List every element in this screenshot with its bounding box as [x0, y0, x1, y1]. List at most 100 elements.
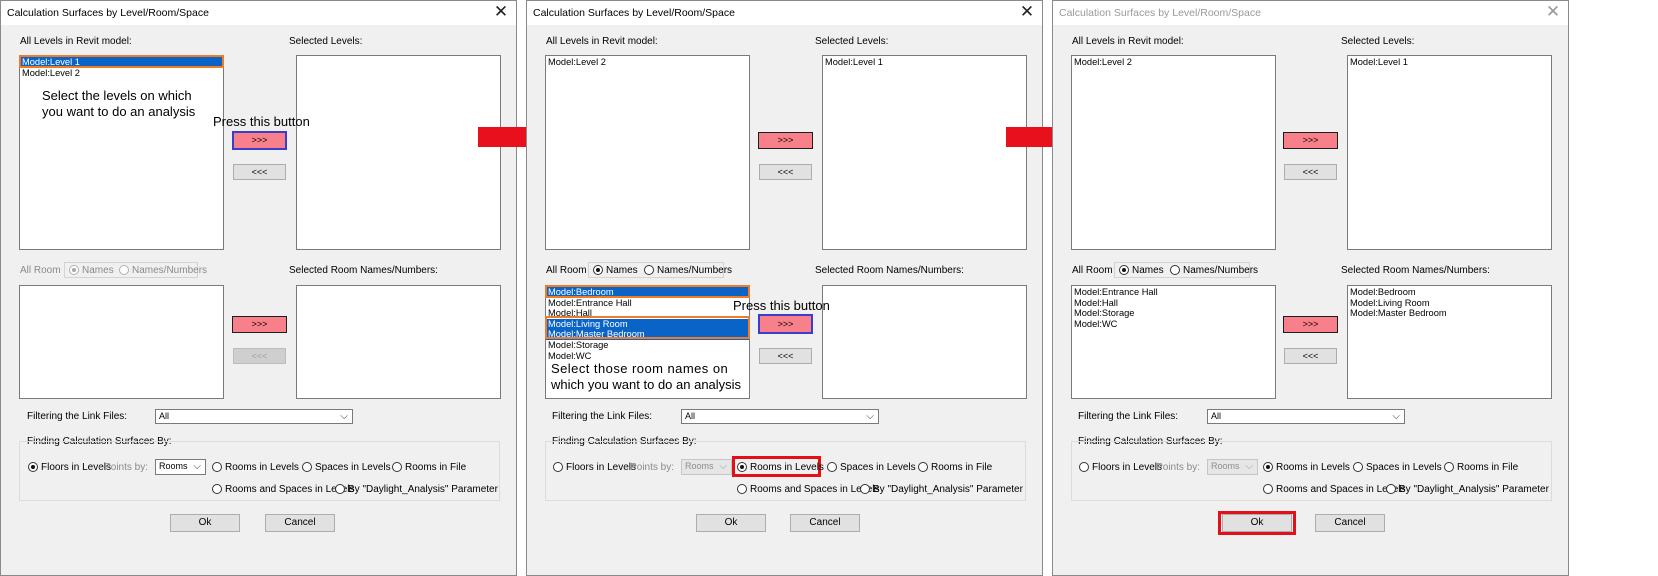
list-item[interactable]: Model:WC: [1072, 319, 1275, 330]
by-parameter-radio[interactable]: [335, 484, 345, 494]
names-radio[interactable]: [1119, 265, 1129, 275]
note-press-button: Press this button: [213, 114, 310, 129]
add-room-button[interactable]: >>>: [232, 316, 287, 333]
cancel-button[interactable]: Cancel: [790, 514, 860, 532]
all-rooms-list[interactable]: Model:Entrance Hall Model:Hall Model:Sto…: [1071, 285, 1276, 399]
all-levels-list[interactable]: Model:Level 2: [1071, 55, 1276, 250]
rooms-in-file-radio[interactable]: [1444, 462, 1454, 472]
selected-levels-list[interactable]: [296, 55, 501, 250]
points-by-select[interactable]: Rooms ⌵: [155, 459, 206, 475]
selected-rooms-list[interactable]: Model:Bedroom Model:Living Room Model:Ma…: [1347, 285, 1552, 399]
list-item[interactable]: Model:Entrance Hall: [1072, 287, 1275, 298]
add-level-button[interactable]: >>>: [758, 132, 813, 149]
spaces-in-levels-label: Spaces in Levels: [1366, 462, 1442, 473]
ok-button[interactable]: Ok: [170, 514, 240, 532]
close-icon[interactable]: ✕: [492, 3, 510, 21]
rooms-in-levels-label: Rooms in Levels: [750, 462, 824, 473]
selected-rooms-label: Selected Room Names/Numbers:: [289, 265, 438, 276]
filter-select[interactable]: All ⌵: [681, 409, 879, 424]
remove-room-button[interactable]: <<<: [233, 348, 286, 364]
add-room-button[interactable]: >>>: [758, 314, 813, 334]
names-radio-label: Names: [82, 265, 114, 276]
close-icon[interactable]: ✕: [1544, 3, 1562, 21]
close-icon[interactable]: ✕: [1018, 3, 1036, 21]
list-item[interactable]: Model:Bedroom: [1348, 287, 1551, 298]
rooms-and-spaces-radio[interactable]: [212, 484, 222, 494]
selected-rooms-label: Selected Room Names/Numbers:: [1341, 265, 1490, 276]
list-item[interactable]: Model:Living Room: [1348, 298, 1551, 309]
list-item[interactable]: Model:Level 2: [1072, 57, 1275, 68]
ok-button[interactable]: Ok: [1222, 514, 1292, 532]
selected-levels-list[interactable]: Model:Level 1: [1347, 55, 1552, 250]
rooms-in-file-radio[interactable]: [918, 462, 928, 472]
rooms-in-levels-label: Rooms in Levels: [225, 462, 299, 473]
rooms-in-file-label: Rooms in File: [405, 462, 467, 473]
remove-level-button[interactable]: <<<: [759, 164, 812, 180]
names-radio[interactable]: [69, 265, 79, 275]
list-item[interactable]: Model:Master Bedroom: [1348, 308, 1551, 319]
all-levels-list[interactable]: Model:Level 2: [545, 55, 750, 250]
title-bar: Calculation Surfaces by Level/Room/Space…: [1053, 1, 1568, 25]
all-rooms-list[interactable]: [19, 285, 224, 399]
rooms-in-file-label: Rooms in File: [1457, 462, 1519, 473]
points-by-select[interactable]: Rooms ⌵: [1207, 459, 1258, 475]
names-numbers-radio[interactable]: [1170, 265, 1180, 275]
list-item[interactable]: Model:Level 2: [546, 57, 749, 68]
by-parameter-radio[interactable]: [860, 484, 870, 494]
rooms-and-spaces-radio[interactable]: [737, 484, 747, 494]
add-level-button[interactable]: >>>: [1283, 132, 1338, 149]
selected-rooms-label: Selected Room Names/Numbers:: [815, 265, 964, 276]
selected-levels-label: Selected Levels:: [289, 36, 363, 47]
floors-in-levels-radio[interactable]: [553, 462, 563, 472]
list-item[interactable]: Model:Entrance Hall: [546, 298, 749, 309]
cancel-button[interactable]: Cancel: [1315, 514, 1385, 532]
all-room-label: All Room: [546, 265, 587, 276]
cancel-button[interactable]: Cancel: [265, 514, 335, 532]
remove-room-button[interactable]: <<<: [1284, 348, 1337, 364]
floors-in-levels-radio[interactable]: [1079, 462, 1089, 472]
filter-label: Filtering the Link Files:: [1078, 411, 1179, 422]
names-numbers-radio[interactable]: [644, 265, 654, 275]
remove-level-button[interactable]: <<<: [1284, 164, 1337, 180]
add-level-button[interactable]: >>>: [232, 131, 287, 150]
ok-button[interactable]: Ok: [696, 514, 766, 532]
points-by-label: - Points by:: [624, 462, 675, 473]
list-item[interactable]: Model:Storage: [1072, 308, 1275, 319]
rooms-in-file-label: Rooms in File: [931, 462, 993, 473]
all-levels-list[interactable]: Model:Level 1 Model:Level 2: [19, 55, 224, 250]
selected-rooms-list[interactable]: [296, 285, 501, 399]
list-item[interactable]: Model:Level 2: [20, 68, 223, 79]
names-radio[interactable]: [593, 265, 603, 275]
by-parameter-radio[interactable]: [1386, 484, 1396, 494]
remove-room-button[interactable]: <<<: [759, 348, 812, 364]
by-parameter-label: By "Daylight_Analysis" Parameter: [873, 484, 1023, 495]
floors-in-levels-radio[interactable]: [28, 462, 38, 472]
dialog-step-2: Calculation Surfaces by Level/Room/Space…: [526, 0, 1043, 576]
by-parameter-label: By "Daylight_Analysis" Parameter: [1399, 484, 1549, 495]
remove-level-button[interactable]: <<<: [233, 164, 286, 180]
list-item[interactable]: Model:WC: [546, 351, 749, 362]
list-item[interactable]: Model:Hall: [1072, 298, 1275, 309]
points-by-select[interactable]: Rooms ⌵: [681, 459, 732, 475]
note-press-button: Press this button: [733, 298, 830, 313]
list-item[interactable]: Model:Level 1: [1348, 57, 1551, 68]
rooms-in-levels-radio[interactable]: [1263, 462, 1273, 472]
filter-select[interactable]: All ⌵: [1207, 409, 1405, 424]
rooms-and-spaces-radio[interactable]: [1263, 484, 1273, 494]
selected-rooms-list[interactable]: [822, 285, 1027, 399]
filter-select[interactable]: All ⌵: [155, 409, 353, 424]
add-room-button[interactable]: >>>: [1283, 316, 1338, 333]
spaces-in-levels-radio[interactable]: [1353, 462, 1363, 472]
spaces-in-levels-radio[interactable]: [302, 462, 312, 472]
selected-levels-list[interactable]: Model:Level 1: [822, 55, 1027, 250]
chevron-down-icon: ⌵: [193, 461, 201, 472]
spaces-in-levels-radio[interactable]: [827, 462, 837, 472]
list-item[interactable]: Model:Storage: [546, 340, 749, 351]
list-item[interactable]: Model:Level 1: [823, 57, 1026, 68]
rooms-in-levels-radio[interactable]: [737, 462, 747, 472]
rooms-in-levels-radio[interactable]: [212, 462, 222, 472]
names-numbers-radio-label: Names/Numbers: [657, 265, 733, 276]
all-levels-label: All Levels in Revit model:: [1072, 36, 1184, 47]
names-numbers-radio[interactable]: [119, 265, 129, 275]
rooms-in-file-radio[interactable]: [392, 462, 402, 472]
